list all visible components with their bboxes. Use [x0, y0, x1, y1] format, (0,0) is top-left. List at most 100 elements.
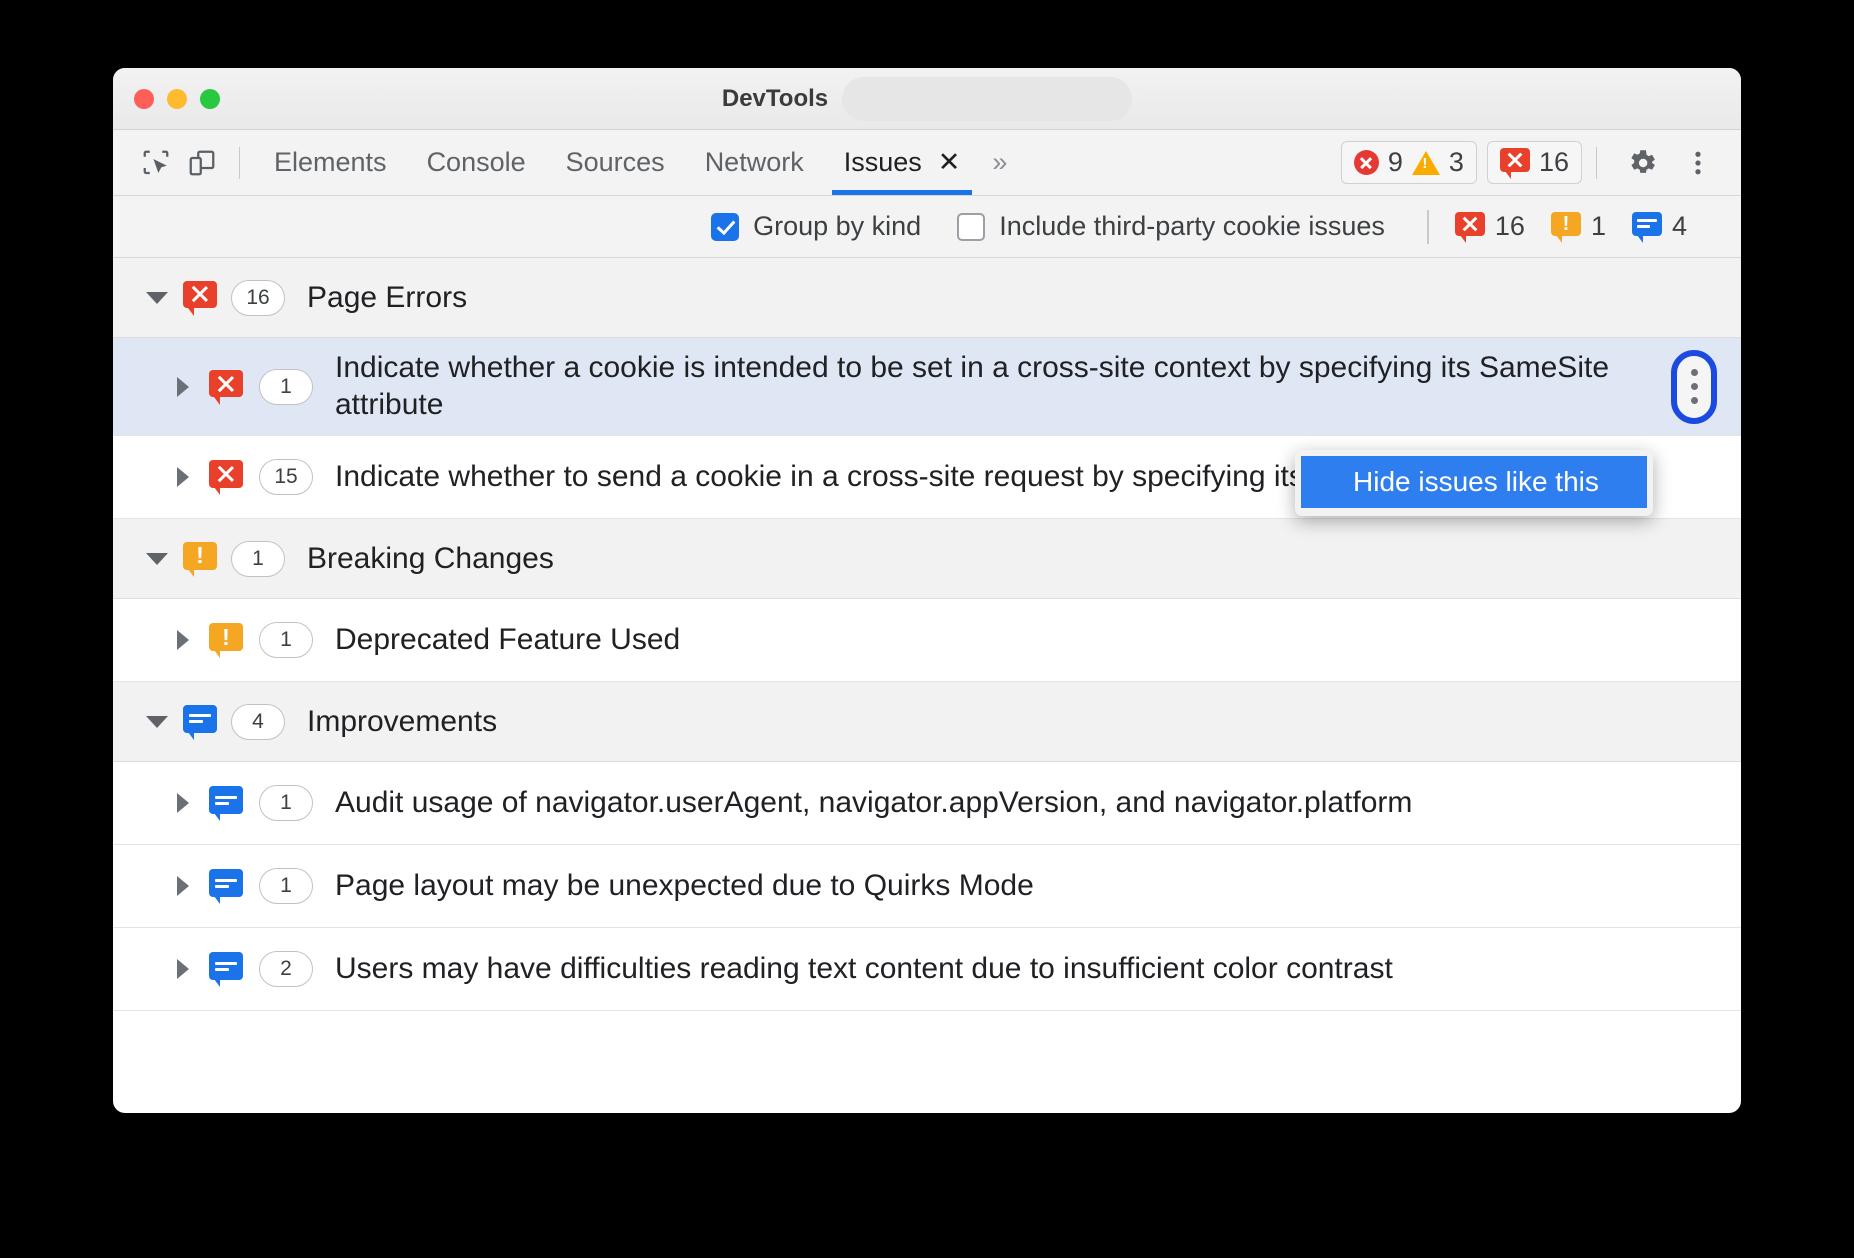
error-bubble-icon — [183, 281, 217, 315]
chevron-right-icon[interactable] — [165, 467, 201, 487]
issue-title: Deprecated Feature Used — [335, 622, 720, 659]
issues-filter-bar: Group by kind Include third-party cookie… — [113, 196, 1741, 258]
toolbar-divider — [239, 147, 240, 179]
chevron-right-icon[interactable] — [165, 793, 201, 813]
error-bubble-icon — [209, 370, 243, 404]
close-window-button[interactable] — [134, 89, 154, 109]
main-menu-kebab-icon[interactable] — [1673, 138, 1723, 188]
breaking-changes-count: 1 — [1591, 211, 1606, 242]
issue-row[interactable]: 1 Audit usage of navigator.userAgent, na… — [113, 762, 1741, 845]
console-error-count: 9 — [1388, 147, 1403, 178]
chevron-down-icon[interactable] — [139, 553, 175, 565]
issue-row[interactable]: 1 Indicate whether a cookie is intended … — [113, 338, 1741, 436]
toolbar-divider-2 — [1596, 147, 1597, 179]
chevron-down-icon[interactable] — [139, 716, 175, 728]
issue-group-header-page-errors[interactable]: 16 Page Errors — [113, 258, 1741, 338]
group-title: Page Errors — [307, 281, 467, 315]
issue-count-badge: 2 — [259, 951, 313, 987]
traffic-light-controls — [113, 89, 220, 109]
issue-row[interactable]: ! 1 Deprecated Feature Used — [113, 599, 1741, 682]
chevron-down-icon[interactable] — [139, 292, 175, 304]
info-bubble-icon — [1632, 212, 1662, 242]
issues-count: 16 — [1539, 147, 1569, 178]
filter-divider — [1427, 210, 1429, 244]
console-warning-count: 3 — [1449, 147, 1464, 178]
panel-tabs: Elements Console Sources Network Issues … — [254, 130, 1016, 195]
device-toolbar-icon[interactable] — [179, 140, 225, 186]
devtools-tab-bar: Elements Console Sources Network Issues … — [113, 130, 1741, 196]
issue-group-header-breaking-changes[interactable]: ! 1 Breaking Changes — [113, 519, 1741, 599]
group-by-kind-checkbox[interactable]: Group by kind — [711, 211, 921, 242]
tab-issues[interactable]: Issues ✕ — [824, 130, 981, 195]
context-menu[interactable]: Hide issues like this — [1295, 450, 1653, 516]
chevron-right-icon[interactable] — [165, 630, 201, 650]
issue-count-badge: 1 — [259, 622, 313, 658]
warning-bubble-icon: ! — [209, 623, 243, 657]
issue-count-badge: 1 — [259, 369, 313, 405]
group-count-badge: 16 — [231, 280, 285, 316]
issue-title: Users may have difficulties reading text… — [335, 951, 1433, 988]
chevron-right-icon[interactable] — [165, 876, 201, 896]
issue-count-badge: 1 — [259, 868, 313, 904]
issues-list: 16 Page Errors 1 Indicate whether a cook… — [113, 258, 1741, 1011]
info-bubble-icon — [183, 705, 217, 739]
window-title: DevTools — [722, 85, 828, 113]
error-bubble-icon — [1455, 212, 1485, 242]
devtools-window: DevTools Elements — [113, 68, 1741, 1113]
issue-title: Audit usage of navigator.userAgent, navi… — [335, 785, 1452, 822]
issue-row[interactable]: 1 Page layout may be unexpected due to Q… — [113, 845, 1741, 928]
tab-elements[interactable]: Elements — [254, 130, 407, 195]
tab-label: Sources — [566, 147, 665, 178]
warning-bubble-icon: ! — [183, 542, 217, 576]
context-menu-item-hide-issues[interactable]: Hide issues like this — [1301, 456, 1647, 508]
title-bar-pill — [842, 77, 1132, 121]
tab-label: Console — [427, 147, 526, 178]
checkbox-box[interactable] — [711, 213, 739, 241]
include-third-party-cookie-issues-checkbox[interactable]: Include third-party cookie issues — [957, 211, 1385, 242]
tab-sources[interactable]: Sources — [546, 130, 685, 195]
improvements-count: 4 — [1672, 211, 1687, 242]
issue-title: Indicate whether a cookie is intended to… — [335, 350, 1741, 423]
group-title: Improvements — [307, 705, 497, 739]
issues-counter[interactable]: 16 — [1487, 141, 1582, 184]
group-count-badge: 4 — [231, 704, 285, 740]
tab-network[interactable]: Network — [685, 130, 824, 195]
info-bubble-icon — [209, 869, 243, 903]
tab-console[interactable]: Console — [407, 130, 546, 195]
issue-kebab-menu-icon[interactable] — [1671, 350, 1717, 424]
issue-group-header-improvements[interactable]: 4 Improvements — [113, 682, 1741, 762]
issue-row[interactable]: 2 Users may have difficulties reading te… — [113, 928, 1741, 1011]
checkbox-box[interactable] — [957, 213, 985, 241]
console-counters[interactable]: 9 3 — [1341, 141, 1477, 184]
error-circle-icon — [1354, 150, 1379, 175]
warning-bubble-icon: ! — [1551, 212, 1581, 242]
inspect-element-icon[interactable] — [133, 140, 179, 186]
error-bubble-icon — [209, 460, 243, 494]
minimize-window-button[interactable] — [167, 89, 187, 109]
issue-count-badge: 15 — [259, 459, 313, 495]
chevron-right-icon[interactable] — [165, 959, 201, 979]
tab-label: Issues — [844, 147, 922, 178]
warning-triangle-icon — [1412, 151, 1440, 175]
filter-count-improvements[interactable]: 4 — [1632, 211, 1687, 242]
checkbox-label: Group by kind — [753, 211, 921, 242]
more-tabs-icon[interactable]: » — [980, 147, 1016, 178]
tab-label: Elements — [274, 147, 387, 178]
gear-icon[interactable] — [1617, 138, 1667, 188]
checkbox-label: Include third-party cookie issues — [999, 211, 1385, 242]
filter-count-page-errors[interactable]: 16 — [1455, 211, 1525, 242]
issue-count-badge: 1 — [259, 785, 313, 821]
maximize-window-button[interactable] — [200, 89, 220, 109]
close-icon[interactable]: ✕ — [938, 149, 961, 176]
filter-count-breaking-changes[interactable]: ! 1 — [1551, 211, 1606, 242]
tab-label: Network — [705, 147, 804, 178]
info-bubble-icon — [209, 786, 243, 820]
group-count-badge: 1 — [231, 541, 285, 577]
issue-error-bubble-icon — [1500, 148, 1530, 178]
issue-title: Page layout may be unexpected due to Qui… — [335, 868, 1074, 905]
chevron-right-icon[interactable] — [165, 377, 201, 397]
group-title: Breaking Changes — [307, 542, 554, 576]
title-bar: DevTools — [113, 68, 1741, 130]
info-bubble-icon — [209, 952, 243, 986]
page-errors-count: 16 — [1495, 211, 1525, 242]
